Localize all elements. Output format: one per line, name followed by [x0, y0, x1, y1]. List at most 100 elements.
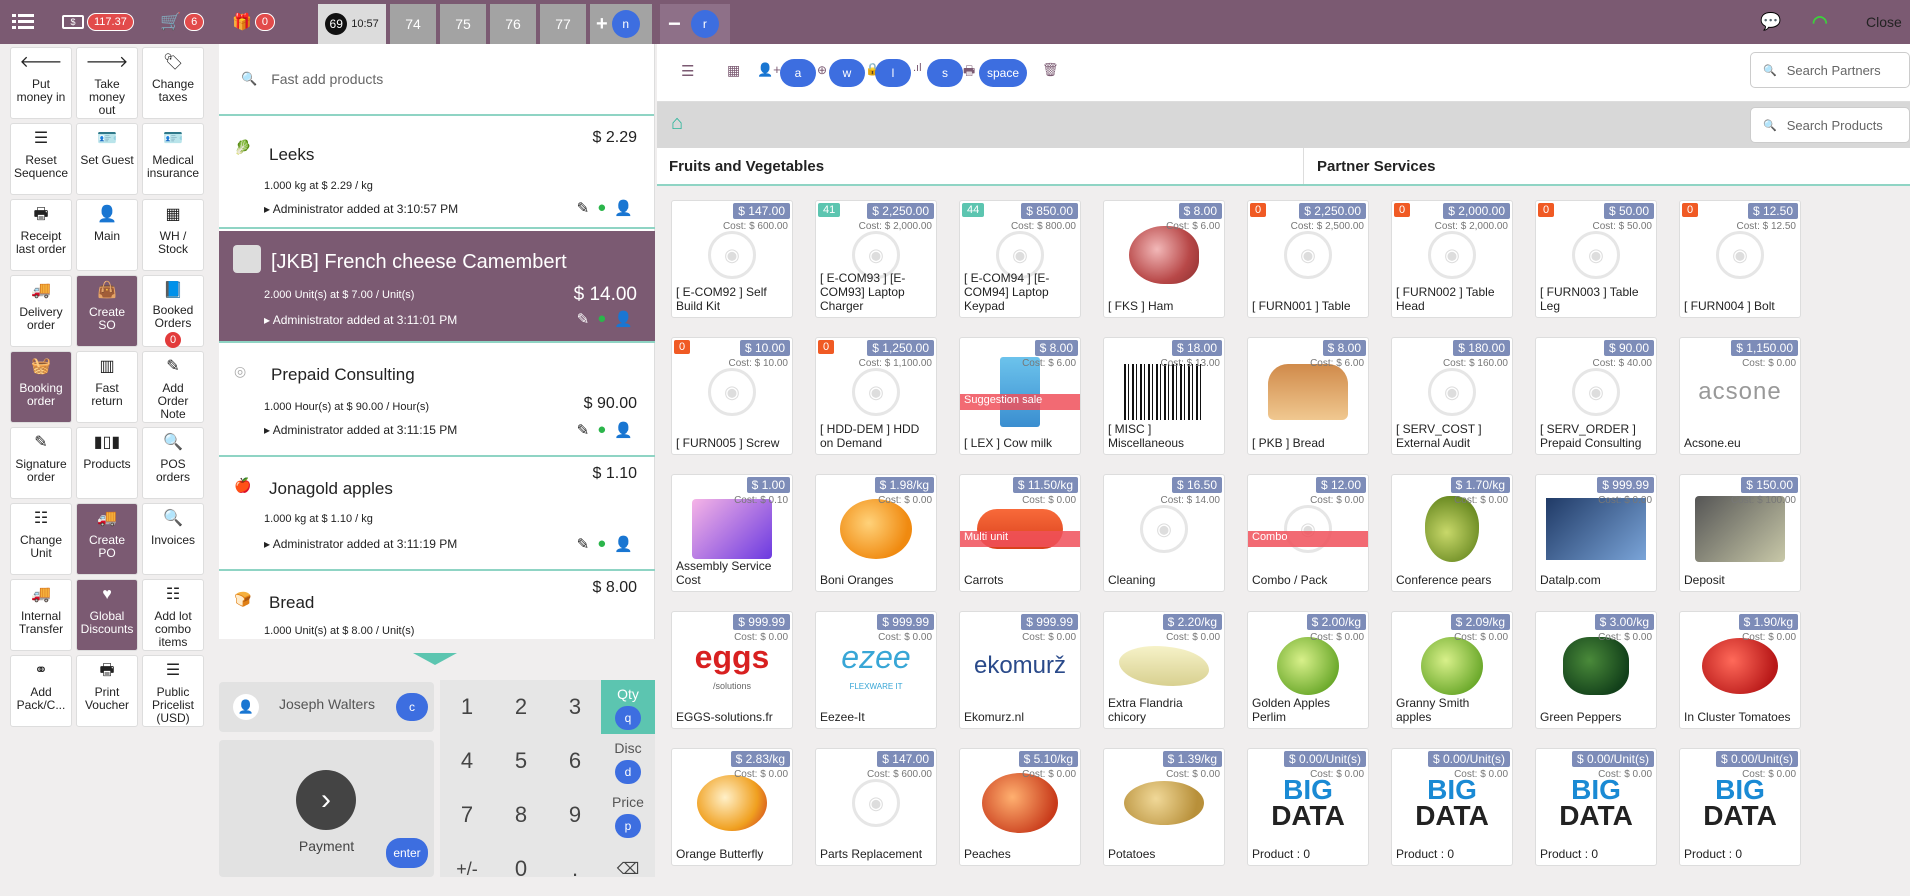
- payment-button[interactable]: › Payment enter: [219, 740, 434, 877]
- product-card[interactable]: $ 3.00/kg Cost: $ 0.00 Green Peppers: [1535, 611, 1657, 729]
- control-button[interactable]: ▦ WH / Stock: [142, 199, 204, 271]
- product-card[interactable]: $ 18.00 Cost: $ 13.00 [ MISC ] Miscellaneo…: [1103, 337, 1225, 455]
- customer-button[interactable]: 👤 Joseph Walters c: [219, 682, 434, 732]
- comment-icon[interactable]: ●: [597, 199, 606, 217]
- product-card[interactable]: $ 150.00 Cost: $ 100.00 Deposit: [1679, 474, 1801, 592]
- chat-icon[interactable]: 💬: [1760, 0, 1781, 44]
- control-button[interactable]: ♥ Global Discounts: [76, 579, 138, 651]
- product-card[interactable]: $ 1.70/kg Cost: $ 0.00 Conference pears: [1391, 474, 1513, 592]
- cash-control[interactable]: $ 117.37: [62, 0, 134, 44]
- category-partner-services[interactable]: Partner Services: [1305, 148, 1435, 184]
- mode-price-button[interactable]: Price p: [601, 788, 655, 842]
- search-products-input[interactable]: 🔍 Search Products: [1750, 107, 1910, 143]
- product-card[interactable]: ◉ $ 12.50 Cost: $ 12.50 0 [ FURN004 ] Bolt: [1679, 200, 1801, 318]
- product-card[interactable]: $ 2.09/kg Cost: $ 0.00 Granny Smith apples: [1391, 611, 1513, 729]
- product-card[interactable]: $ 1.00 Cost: $ 0.10 Assembly Service Cost: [671, 474, 793, 592]
- numpad-key-plus-minus[interactable]: +/-: [440, 842, 494, 896]
- control-button[interactable]: 🚚 Internal Transfer: [10, 579, 72, 651]
- product-card[interactable]: ◉ $ 2,250.00 Cost: $ 2,000.00 41[ E-COM93 ]…: [815, 200, 937, 318]
- product-card[interactable]: ◉ Combo $ 12.00 Cost: $ 0.00 Combo / Pack: [1247, 474, 1369, 592]
- control-button[interactable]: ▮▯▮ Products: [76, 427, 138, 499]
- active-order-tab[interactable]: 69 10:57: [318, 4, 386, 44]
- control-button[interactable]: 🚚 Delivery order: [10, 275, 72, 347]
- control-button[interactable]: 🪪 Set Guest: [76, 123, 138, 195]
- add-user-icon[interactable]: 👤+: [757, 62, 781, 78]
- product-card[interactable]: ◉ $ 16.50 Cost: $ 14.00 Cleaning: [1103, 474, 1225, 592]
- control-button[interactable]: 🪪 Medical insurance: [142, 123, 204, 195]
- assign-user-icon[interactable]: 👤: [614, 199, 633, 217]
- control-button[interactable]: 🏷 Change taxes: [142, 47, 204, 119]
- edit-icon[interactable]: ✎: [577, 535, 590, 553]
- assign-user-icon[interactable]: 👤: [614, 310, 633, 328]
- product-card[interactable]: $ 1.98/kg Cost: $ 0.00 Boni Oranges: [815, 474, 937, 592]
- control-button[interactable]: ☰ Reset Sequence: [10, 123, 72, 195]
- product-card[interactable]: Multi unit $ 11.50/kg Cost: $ 0.00 Carrots: [959, 474, 1081, 592]
- product-card[interactable]: acsone $ 1,150.00 Cost: $ 0.00 Acsone.eu: [1679, 337, 1801, 455]
- control-button[interactable]: ✎ Signature order: [10, 427, 72, 499]
- control-button[interactable]: ☷ Add lot combo items: [142, 579, 204, 651]
- product-card[interactable]: $ 999.99 Cost: $ 0.00 Datalp.com: [1535, 474, 1657, 592]
- control-button[interactable]: ⚭ Add Pack/C...: [10, 655, 72, 727]
- order-tab[interactable]: 77: [540, 4, 586, 44]
- product-card[interactable]: $ 1.39/kg Cost: $ 0.00 Potatoes: [1103, 748, 1225, 866]
- control-button[interactable]: 🔍 POS orders: [142, 427, 204, 499]
- order-tab[interactable]: 75: [440, 4, 486, 44]
- product-card[interactable]: $ 8.00 Cost: $ 6.00 [ FKS ] Ham: [1103, 200, 1225, 318]
- control-button[interactable]: ✎ Add Order Note: [142, 351, 204, 423]
- product-card[interactable]: $ 1.90/kg Cost: $ 0.00 In Cluster Tomatoes: [1679, 611, 1801, 729]
- comment-icon[interactable]: ●: [597, 421, 606, 439]
- numpad-key-4[interactable]: 4: [440, 734, 494, 788]
- signal-icon[interactable]: .ıl: [913, 62, 922, 74]
- control-button[interactable]: ▥ Fast return: [76, 351, 138, 423]
- product-card[interactable]: ◉ $ 2,250.00 Cost: $ 2,500.00 0 [ FURN001 ] …: [1247, 200, 1369, 318]
- edit-icon[interactable]: ✎: [577, 310, 590, 328]
- numpad-key-dot[interactable]: .: [548, 842, 602, 896]
- grid-view-icon[interactable]: ▦: [727, 62, 740, 79]
- product-card[interactable]: BIG DATA $ 0.00/Unit(s) Cost: $ 0.00 Product…: [1535, 748, 1657, 866]
- product-card[interactable]: $ 2.83/kg Cost: $ 0.00 Orange Butterfly: [671, 748, 793, 866]
- product-card[interactable]: ◉ $ 180.00 Cost: $ 160.00 [ SERV_COST ] Ext…: [1391, 337, 1513, 455]
- cart-control[interactable]: 🛒 6: [160, 0, 205, 44]
- remove-order-button[interactable]: − r: [660, 4, 730, 44]
- product-card[interactable]: $ 2.20/kg Cost: $ 0.00 Extra Flandria chic…: [1103, 611, 1225, 729]
- order-tab[interactable]: 76: [490, 4, 536, 44]
- numpad-key-2[interactable]: 2: [494, 680, 548, 734]
- product-card[interactable]: BIG DATA $ 0.00/Unit(s) Cost: $ 0.00 Product…: [1391, 748, 1513, 866]
- numpad-key-0[interactable]: 0: [494, 842, 548, 896]
- product-card[interactable]: BIG DATA $ 0.00/Unit(s) Cost: $ 0.00 Product…: [1247, 748, 1369, 866]
- product-card[interactable]: $ 5.10/kg Cost: $ 0.00 Peaches: [959, 748, 1081, 866]
- numpad-key-3[interactable]: 3: [548, 680, 602, 734]
- numpad-key-6[interactable]: 6: [548, 734, 602, 788]
- trash-icon[interactable]: 🗑: [1042, 62, 1059, 78]
- backspace-icon[interactable]: ⌫: [601, 842, 655, 896]
- menu-icon[interactable]: [12, 0, 34, 44]
- order-line-selected[interactable]: [JKB] French cheese Camembert 2.000 Unit…: [219, 231, 655, 343]
- mode-qty-button[interactable]: Qty q: [601, 680, 655, 734]
- plus-icon[interactable]: ⊕: [817, 63, 827, 77]
- product-card[interactable]: $ 2.00/kg Cost: $ 0.00 Golden Apples Perli…: [1247, 611, 1369, 729]
- numpad-key-7[interactable]: 7: [440, 788, 494, 842]
- control-button[interactable]: 🡒 Take money out: [76, 47, 138, 119]
- home-icon[interactable]: ⌂: [671, 112, 683, 135]
- order-line[interactable]: 🥬 Leeks $ 2.29 1.000 kg at $ 2.29 / kg ▸…: [219, 117, 655, 229]
- control-button[interactable]: ☰ Public Pricelist (USD): [142, 655, 204, 727]
- control-button[interactable]: 🖶 Receipt last order: [10, 199, 72, 271]
- order-line[interactable]: 🍎 Jonagold apples $ 1.10 1.000 kg at $ 1…: [219, 459, 655, 571]
- product-card[interactable]: ◉ $ 147.00 Cost: $ 600.00 [ E-COM92 ] Self …: [671, 200, 793, 318]
- assign-user-icon[interactable]: 👤: [614, 535, 633, 553]
- close-button[interactable]: Close: [1866, 0, 1902, 44]
- control-button[interactable]: 🚚 Create PO: [76, 503, 138, 575]
- product-card[interactable]: ezee FLEXWARE IT $ 999.99 Cost: $ 0.00 Eezee…: [815, 611, 937, 729]
- mode-disc-button[interactable]: Disc d: [601, 734, 655, 788]
- product-card[interactable]: ◉ $ 90.00 Cost: $ 40.00 [ SERV_ORDER ] Prep…: [1535, 337, 1657, 455]
- order-line[interactable]: 🍞 Bread $ 8.00 1.000 Unit(s) at $ 8.00 /…: [219, 573, 655, 637]
- control-button[interactable]: 📘 Booked Orders 0: [142, 275, 204, 348]
- fast-add-input[interactable]: 🔍 Fast add products: [219, 44, 654, 116]
- product-card[interactable]: ◉ $ 147.00 Cost: $ 600.00 Parts Replacement: [815, 748, 937, 866]
- control-button[interactable]: 🖶 Print Voucher: [76, 655, 138, 727]
- scroll-down-arrow[interactable]: [413, 653, 457, 665]
- order-tab[interactable]: 74: [390, 4, 436, 44]
- order-line[interactable]: ◎ Prepaid Consulting 1.000 Hour(s) at $ …: [219, 345, 655, 457]
- add-order-button[interactable]: + n: [590, 4, 652, 44]
- product-card[interactable]: Suggestion sale $ 8.00 Cost: $ 6.00 [ LEX ]…: [959, 337, 1081, 455]
